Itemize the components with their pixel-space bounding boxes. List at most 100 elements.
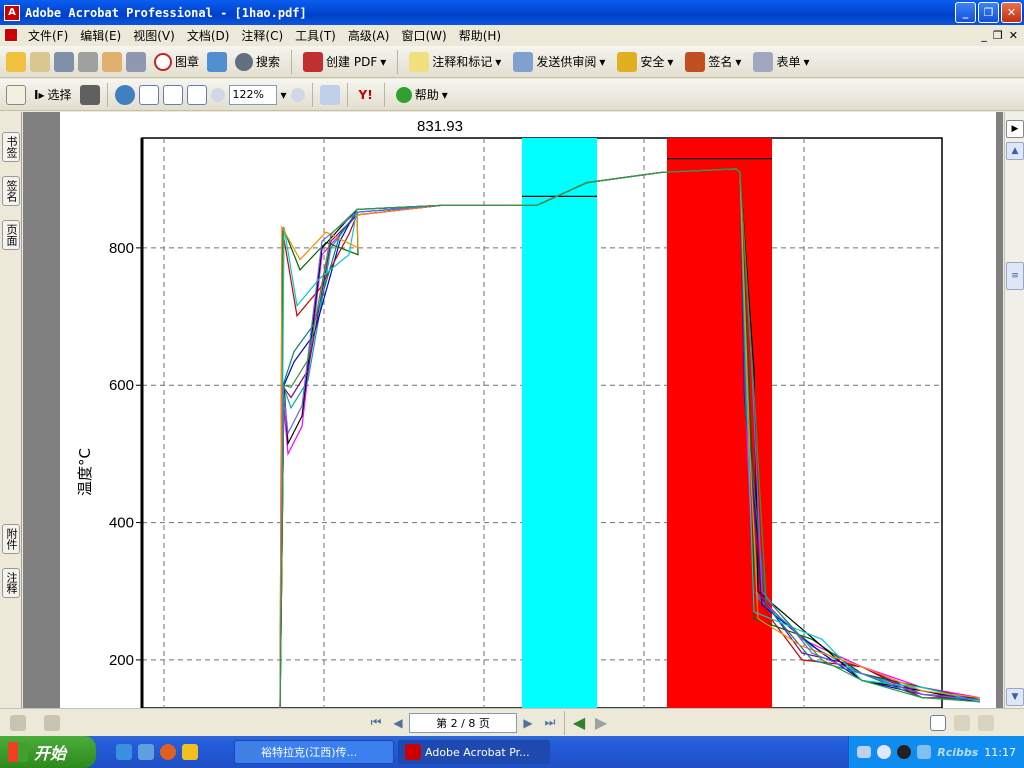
organizer-icon[interactable] [30,51,50,72]
menu-bar: 文件(F) 编辑(E) 视图(V) 文档(D) 注释(C) 工具(T) 高级(A… [0,25,1024,45]
rotate-view-icon[interactable] [319,84,340,105]
menu-window[interactable]: 窗口(W) [395,27,452,44]
menu-view[interactable]: 视图(V) [127,27,181,44]
send-review-button[interactable]: 发送供审阅 ▾ [509,50,609,74]
tab-bookmarks[interactable]: 书签 [2,132,20,162]
scroll-down-icon[interactable]: ▼ [1006,688,1024,706]
menu-help[interactable]: 帮助(H) [453,27,507,44]
zoom-input[interactable]: 122% [228,84,277,105]
first-page-icon[interactable]: ⏮ [365,713,387,733]
zoom-in-tool-icon[interactable] [114,84,135,105]
restore-button[interactable]: ❐ [978,2,999,23]
menu-document[interactable]: 文档(D) [181,27,236,44]
single-page-icon[interactable] [930,714,946,731]
create-pdf-button[interactable]: 创建 PDF ▾ [299,50,390,74]
comment-markup-button[interactable]: 注释和标记 ▾ [405,50,505,74]
menu-tools[interactable]: 工具(T) [289,27,342,44]
select-tool-button[interactable]: I▸ 选择 [30,84,76,105]
acrobat-app-icon: A [4,4,20,21]
lock-icon [617,51,638,72]
doc-minimize-button[interactable]: _ [981,29,987,42]
minimize-button[interactable]: _ [955,2,976,23]
separator [346,82,348,107]
facing-icon[interactable] [978,714,994,731]
separator [311,82,313,107]
email-review-icon[interactable] [207,51,228,72]
scroll-thumb[interactable]: ≡ [1006,262,1024,290]
secondary-toolbar: I▸ 选择 122% ▾ Y! 帮助 ▾ [0,79,1024,111]
last-page-icon[interactable]: ⏭ [539,713,561,733]
ie-task-icon [241,744,257,760]
folder-icon[interactable] [182,744,198,760]
tab-comments[interactable]: 注释 [2,568,20,598]
y-tick-label: 600 [109,377,134,394]
email-icon[interactable] [102,51,122,72]
help-button[interactable]: 帮助 ▾ [392,84,452,105]
taskbar: 开始 裕特拉克(江西)传... Adobe Acrobat Pr... Rcib… [0,736,1024,768]
pen-icon [685,51,706,72]
task-acrobat[interactable]: Adobe Acrobat Pr... [398,740,550,764]
watermark-logo: Rcibbs [937,745,979,759]
y-tick-label: 200 [109,652,134,669]
document-icon[interactable] [4,28,18,42]
stamp-button[interactable]: 图章 [150,51,203,73]
zoom-dropdown-icon[interactable]: ▾ [281,88,287,102]
scroll-up-icon[interactable]: ▲ [1006,142,1024,160]
previous-view-icon[interactable]: ◀ [568,713,590,733]
firefox-icon[interactable] [160,744,176,760]
tab-pages[interactable]: 页面 [2,220,20,250]
doc-restore-button[interactable]: ❐ [993,29,1003,42]
temperature-chart: 200 400 600 800 831.93 温度°C [76,118,981,708]
next-view-icon[interactable]: ▶ [590,713,612,733]
start-button[interactable]: 开始 [0,736,96,768]
task-browser[interactable]: 裕特拉克(江西)传... [234,740,394,764]
page-options-icon[interactable] [44,714,60,731]
windows-flag-icon [8,742,28,762]
window-title: Adobe Acrobat Professional - [1hao.pdf] [25,5,307,20]
separator [383,82,385,107]
yahoo-button[interactable]: Y! [355,86,377,104]
forms-button[interactable]: 表单 ▾ [749,50,813,74]
menu-comments[interactable]: 注释(C) [235,27,289,44]
doc-close-button[interactable]: ✕ [1009,29,1018,42]
actual-size-icon[interactable] [138,84,159,105]
document-view[interactable]: 200 400 600 800 831.93 温度°C [23,112,1003,708]
network-icon[interactable] [917,745,932,759]
continuous-icon[interactable] [954,714,970,731]
annotation-label: 831.93 [417,118,463,135]
print-icon[interactable] [78,51,98,72]
hand-tool-icon[interactable] [6,84,26,105]
search-button[interactable]: 搜索 [231,51,284,73]
ie-icon[interactable] [116,744,132,760]
page-layout-icon[interactable] [10,714,26,731]
close-button[interactable]: ✕ [1001,2,1022,23]
create-pdf-icon [303,51,324,72]
qq-icon[interactable] [897,745,912,759]
fit-width-icon[interactable] [186,84,207,105]
clock: 11:17 [984,745,1016,759]
fit-page-icon[interactable] [162,84,183,105]
keyboard-icon[interactable] [857,746,872,758]
attach-icon[interactable] [126,51,146,72]
tab-attachments[interactable]: 附件 [2,524,20,554]
zoom-in-icon[interactable] [290,87,305,102]
previous-page-icon[interactable]: ◀ [387,713,409,733]
open-folder-icon[interactable] [6,51,26,72]
panel-expand-icon[interactable]: ▶ [1006,120,1024,138]
sign-button[interactable]: 签名 ▾ [681,50,745,74]
vertical-scrollbar[interactable]: ▶ ▲ ≡ ▼ [1004,112,1024,708]
page-number-input[interactable]: 第 2 / 8 页 [409,712,517,733]
snapshot-icon[interactable] [79,84,100,105]
tray-expand-icon[interactable] [877,745,892,759]
menu-advanced[interactable]: 高级(A) [342,27,396,44]
zoom-out-icon[interactable] [210,87,225,102]
security-button[interactable]: 安全 ▾ [613,50,677,74]
separator [291,49,293,74]
menu-edit[interactable]: 编辑(E) [74,27,127,44]
separator [397,49,399,74]
menu-file[interactable]: 文件(F) [22,27,74,44]
tab-signatures[interactable]: 签名 [2,176,20,206]
next-page-icon[interactable]: ▶ [517,713,539,733]
desktop-icon[interactable] [138,744,154,760]
save-icon[interactable] [54,51,74,72]
